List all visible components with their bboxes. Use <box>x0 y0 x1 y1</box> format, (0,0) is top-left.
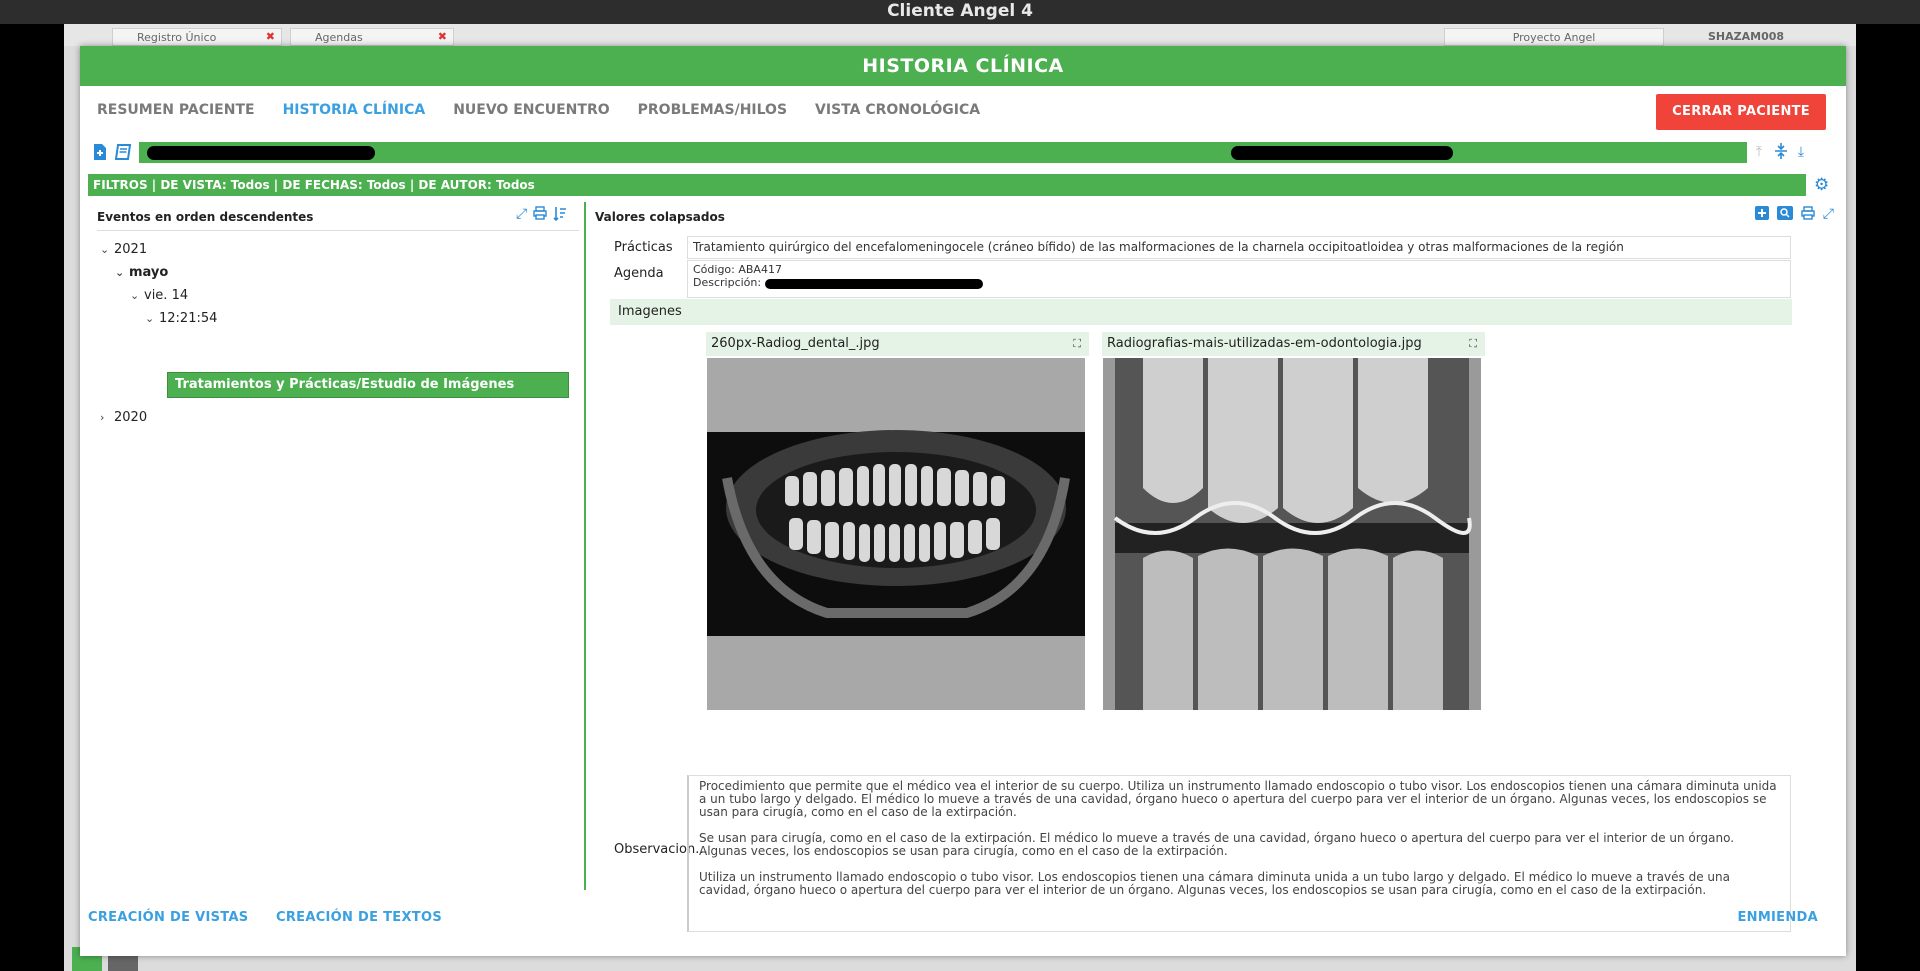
expand-icon[interactable]: ⤢ <box>1823 206 1834 224</box>
close-icon[interactable]: ✖ <box>266 30 275 43</box>
enmienda-button[interactable]: ENMIENDA <box>1737 910 1818 925</box>
print-icon[interactable] <box>1801 206 1815 224</box>
events-panel: Eventos en orden descendentes ⤢ ⌄ 2021 ⌄ m… <box>88 202 586 890</box>
values-panel: Valores colapsados ⤢ Prácticas Tratamien… <box>586 202 1846 932</box>
tree-node-day[interactable]: ⌄ vie. 14 <box>130 286 188 306</box>
tree-node-label: 2020 <box>114 410 148 425</box>
background-tab-label: Agendas <box>315 31 363 44</box>
divider <box>97 230 579 231</box>
expand-icon[interactable]: ⤢ <box>516 206 527 226</box>
chevron-right-icon[interactable]: › <box>100 408 114 428</box>
chevron-down-icon[interactable]: ⌄ <box>100 240 114 260</box>
imagenes-section-header: Imagenes <box>610 299 1792 325</box>
creacion-vistas-button[interactable]: CREACIÓN DE VISTAS <box>88 910 248 925</box>
events-panel-title: Eventos en orden descendentes <box>97 210 314 224</box>
tree-node-2020[interactable]: › 2020 <box>100 408 147 428</box>
sort-icon[interactable] <box>553 206 567 226</box>
agenda-codigo: Código: ABA417 <box>693 263 782 276</box>
tab-vista-cronologica[interactable]: VISTA CRONOLÓGICA <box>815 102 980 126</box>
observaciones-paragraph: Procedimiento que permite que el médico … <box>699 779 1777 819</box>
project-selector[interactable]: Proyecto Angel <box>1444 28 1664 46</box>
redacted-patient-id <box>1231 146 1453 160</box>
agenda-value: Código: ABA417 Descripción: <box>687 260 1791 298</box>
observaciones-paragraph: Utiliza un instrumento llamado endoscopi… <box>699 870 1730 897</box>
print-icon[interactable] <box>533 206 547 226</box>
panoramic-xray-image[interactable] <box>707 358 1085 710</box>
scroll-bottom-icon[interactable]: ⤓ <box>1792 142 1810 162</box>
cerrar-paciente-button[interactable]: CERRAR PACIENTE <box>1656 94 1826 130</box>
creacion-textos-button[interactable]: CREACIÓN DE TEXTOS <box>276 910 442 925</box>
add-icon[interactable] <box>1754 206 1769 224</box>
tree-node-mayo[interactable]: ⌄ mayo <box>115 263 168 283</box>
modal-title: HISTORIA CLÍNICA <box>80 46 1846 86</box>
background-tab-agendas[interactable]: Agendas ✖ <box>290 28 454 46</box>
agenda-label: Agenda <box>614 266 664 281</box>
scroll-top-icon[interactable]: ⤒ <box>1750 142 1768 162</box>
historia-clinica-modal: HISTORIA CLÍNICA RESUMEN PACIENTE HISTOR… <box>80 46 1846 956</box>
chevron-down-icon[interactable]: ⌄ <box>145 309 159 329</box>
collapse-icon[interactable] <box>1772 142 1790 162</box>
agenda-descripcion-row: Descripción: <box>693 276 1785 289</box>
gear-icon[interactable]: ⚙ <box>1814 174 1834 196</box>
practicas-value: Tratamiento quirúrgico del encefalomenin… <box>687 236 1791 259</box>
tree-node-label: mayo <box>129 265 169 280</box>
redacted-descripcion <box>764 279 983 289</box>
modal-tabs: RESUMEN PACIENTE HISTORIA CLÍNICA NUEVO … <box>97 102 980 126</box>
agenda-descripcion: Descripción: <box>693 276 762 289</box>
image-filename: 260px-Radiog_dental_.jpg <box>711 336 880 351</box>
close-icon[interactable]: ✖ <box>438 30 447 43</box>
tab-resumen-paciente[interactable]: RESUMEN PACIENTE <box>97 102 255 126</box>
values-panel-icons: ⤢ <box>1754 206 1834 224</box>
tab-problemas-hilos[interactable]: PROBLEMAS/HILOS <box>638 102 787 126</box>
background-tab-bar: Registro Único ✖ Agendas ✖ Proyecto Ange… <box>64 24 1856 46</box>
practicas-label: Prácticas <box>614 240 673 255</box>
tree-node-label: 12:21:54 <box>159 311 218 326</box>
patient-toolbar: ⤒ ⤓ <box>88 140 1836 166</box>
window-title: Cliente Angel 4 <box>0 0 1920 24</box>
fullscreen-icon[interactable]: ⛶ <box>1073 332 1081 356</box>
tree-node-2021[interactable]: ⌄ 2021 <box>100 240 147 260</box>
book-icon[interactable] <box>114 143 132 161</box>
patient-info-bar <box>139 142 1747 163</box>
tree-node-label: 2021 <box>114 242 148 257</box>
image-card-header: Radiografias-mais-utilizadas-em-odontolo… <box>1102 332 1485 356</box>
background-tab-registro[interactable]: Registro Único ✖ <box>112 28 282 46</box>
periapical-xray-image[interactable] <box>1103 358 1481 710</box>
user-name: SHAZAM008 <box>1708 30 1785 43</box>
observaciones-paragraph: Se usan para cirugía, como en el caso de… <box>699 831 1735 858</box>
tree-leaf-estudio-imagenes[interactable]: Tratamientos y Prácticas/Estudio de Imág… <box>167 372 569 398</box>
chevron-down-icon[interactable]: ⌄ <box>115 263 129 283</box>
image-card: Radiografias-mais-utilizadas-em-odontolo… <box>1102 332 1485 710</box>
zoom-icon[interactable] <box>1776 206 1793 224</box>
tree-node-time[interactable]: ⌄ 12:21:54 <box>145 309 217 329</box>
filters-bar[interactable]: FILTROS | DE VISTA: Todos | DE FECHAS: T… <box>88 174 1806 196</box>
tab-historia-clinica[interactable]: HISTORIA CLÍNICA <box>283 102 426 126</box>
events-panel-icons: ⤢ <box>516 206 567 226</box>
new-document-icon[interactable] <box>91 143 109 161</box>
tab-nuevo-encuentro[interactable]: NUEVO ENCUENTRO <box>453 102 609 126</box>
background-tab-label: Registro Único <box>137 31 217 44</box>
chevron-down-icon[interactable]: ⌄ <box>130 286 144 306</box>
fullscreen-icon[interactable]: ⛶ <box>1469 332 1477 356</box>
observaciones-text[interactable]: Procedimiento que permite que el médico … <box>687 775 1791 932</box>
image-card: 260px-Radiog_dental_.jpg ⛶ <box>706 332 1089 710</box>
image-filename: Radiografias-mais-utilizadas-em-odontolo… <box>1107 336 1422 351</box>
redacted-patient-name <box>147 146 375 160</box>
image-card-header: 260px-Radiog_dental_.jpg ⛶ <box>706 332 1089 356</box>
values-panel-title: Valores colapsados <box>595 210 725 224</box>
tree-node-label: vie. 14 <box>144 288 189 303</box>
